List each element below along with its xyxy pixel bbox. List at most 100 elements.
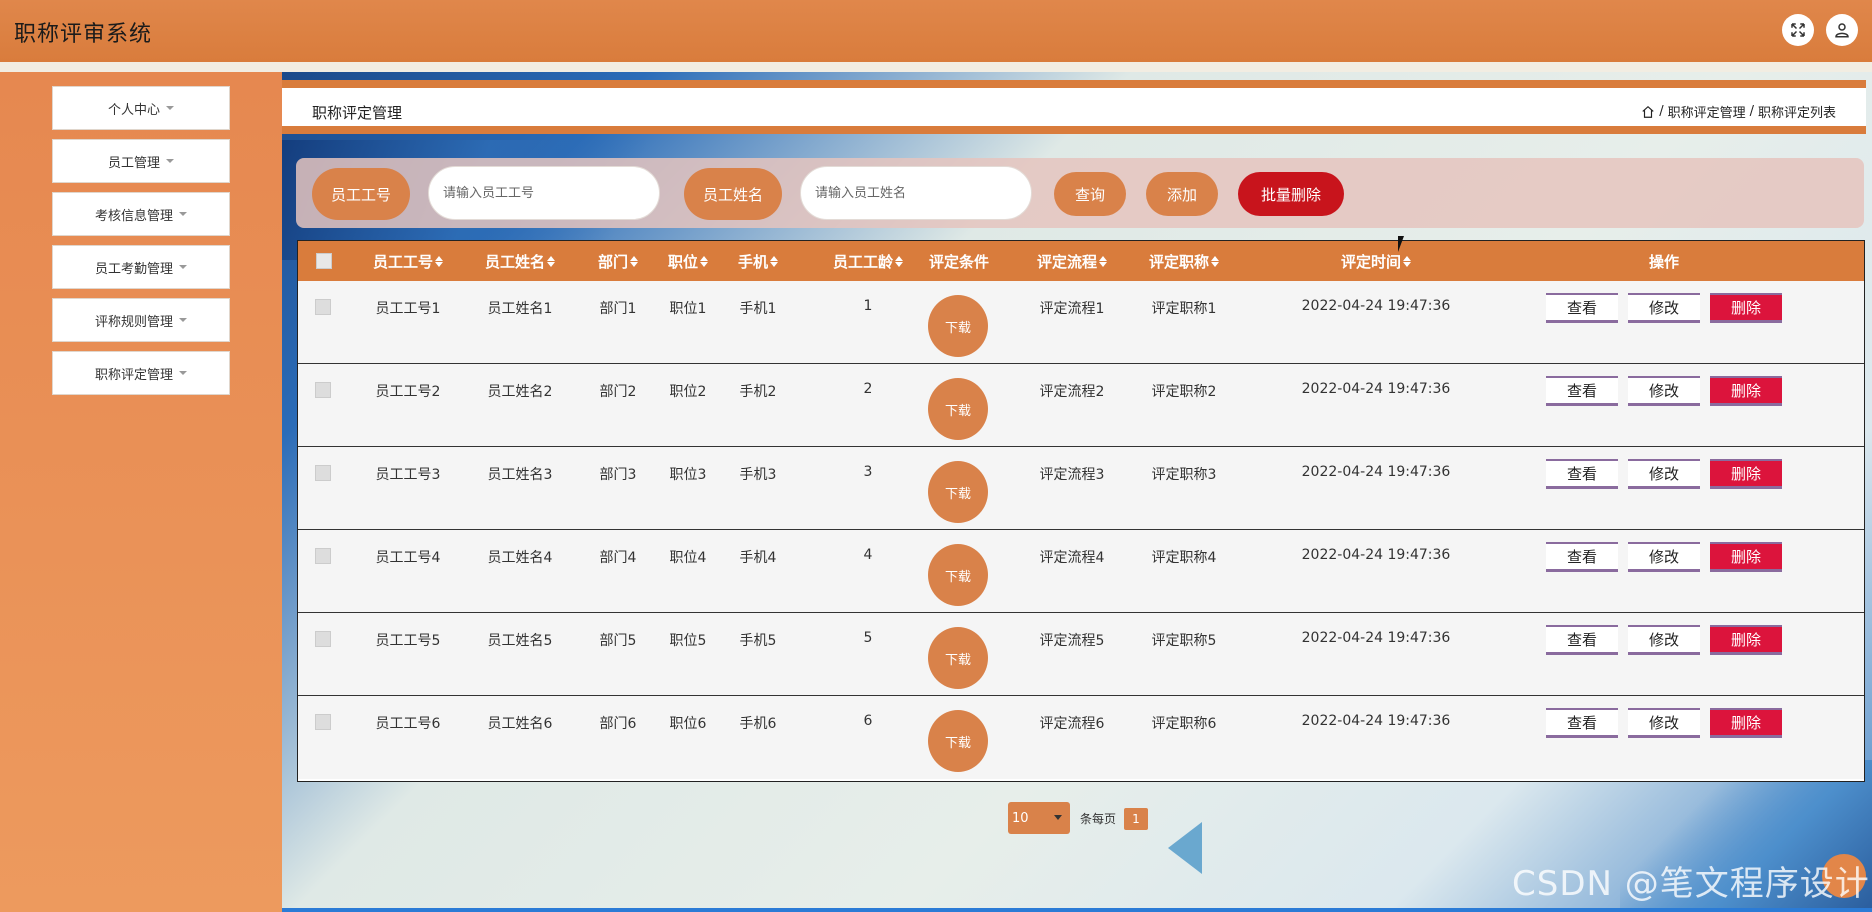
delete-button[interactable]: 删除 <box>1710 459 1782 489</box>
download-button[interactable]: 下载 <box>928 627 988 689</box>
row-checkbox[interactable] <box>315 548 331 564</box>
row-checkbox[interactable] <box>315 382 331 398</box>
sort-icon <box>547 255 555 267</box>
cell-emp-name: 员工姓名1 <box>487 301 553 317</box>
cell-emp-id: 员工工号3 <box>375 467 441 483</box>
row-checkbox[interactable] <box>315 299 331 315</box>
caret-down-icon <box>166 106 174 110</box>
sort-icon <box>700 255 708 267</box>
breadcrumb-item: 职称评定列表 <box>1757 106 1836 121</box>
sidebar-item-employee[interactable]: 员工管理 <box>52 139 230 183</box>
cell-dept: 部门3 <box>599 467 637 483</box>
delete-button[interactable]: 删除 <box>1710 293 1782 323</box>
column-header[interactable]: 评定流程 <box>1022 241 1122 281</box>
download-button[interactable]: 下载 <box>928 295 988 357</box>
select-all-checkbox[interactable] <box>312 241 336 281</box>
breadcrumb-separator: / <box>1659 104 1664 119</box>
cell-emp-id: 员工工号5 <box>375 633 441 649</box>
caret-down-icon <box>166 159 174 163</box>
column-header[interactable]: 评定职称 <box>1134 241 1234 281</box>
query-button[interactable]: 查询 <box>1054 172 1126 216</box>
user-icon <box>1835 23 1849 38</box>
view-button[interactable]: 查看 <box>1546 542 1618 572</box>
sidebar-item-title-evaluation[interactable]: 职称评定管理 <box>52 351 230 395</box>
emp-id-input[interactable] <box>428 166 660 220</box>
row-checkbox[interactable] <box>315 631 331 647</box>
fullscreen-button[interactable] <box>1782 14 1814 46</box>
app-title: 职称评审系统 <box>14 22 153 47</box>
home-icon[interactable] <box>1641 105 1655 119</box>
cell-title: 评定职称1 <box>1151 301 1217 317</box>
cell-phone: 手机1 <box>739 301 777 317</box>
emp-name-input[interactable] <box>800 166 1032 220</box>
download-button[interactable]: 下载 <box>928 544 988 606</box>
cell-emp-id: 员工工号6 <box>375 716 441 732</box>
table-row: 员工工号2 员工姓名2 部门2 职位2 手机2 2 评定流程2 评定职称2 2022-04-24… <box>298 364 1864 447</box>
edit-button[interactable]: 修改 <box>1628 459 1700 489</box>
sidebar-item-personal-center[interactable]: 个人中心 <box>52 86 230 130</box>
table-row: 员工工号6 员工姓名6 部门6 职位6 手机6 6 评定流程6 评定职称6 2022-04-24… <box>298 696 1864 779</box>
column-header[interactable]: 职位 <box>658 241 718 281</box>
download-button[interactable]: 下载 <box>928 378 988 440</box>
cell-dept: 部门1 <box>599 301 637 317</box>
sidebar-item-label: 职称评定管理 <box>94 367 173 383</box>
column-header[interactable]: 员工工龄 <box>808 241 928 281</box>
column-header[interactable]: 员工工号 <box>358 241 458 281</box>
page-size-select[interactable]: 10 <box>1008 802 1070 834</box>
edit-button[interactable]: 修改 <box>1628 376 1700 406</box>
view-button[interactable]: 查看 <box>1546 293 1618 323</box>
column-header[interactable]: 手机 <box>728 241 788 281</box>
cell-position: 职位2 <box>669 384 707 400</box>
sidebar-item-rules[interactable]: 评称规则管理 <box>52 298 230 342</box>
column-header: 评定条件 <box>928 252 989 271</box>
column-header[interactable]: 员工姓名 <box>470 241 570 281</box>
column-header[interactable]: 部门 <box>588 241 648 281</box>
view-button[interactable]: 查看 <box>1546 625 1618 655</box>
sidebar-item-assessment[interactable]: 考核信息管理 <box>52 192 230 236</box>
delete-button[interactable]: 删除 <box>1710 542 1782 572</box>
row-checkbox[interactable] <box>315 465 331 481</box>
row-checkbox[interactable] <box>315 714 331 730</box>
download-button[interactable]: 下载 <box>928 710 988 772</box>
edit-button[interactable]: 修改 <box>1628 293 1700 323</box>
per-page-label: 条每页 <box>1080 812 1117 826</box>
delete-button[interactable]: 删除 <box>1710 708 1782 738</box>
breadcrumb-item[interactable]: 职称评定管理 <box>1668 102 1746 121</box>
sidebar-item-label: 考核信息管理 <box>94 208 173 224</box>
sidebar-item-label: 员工考勤管理 <box>94 261 173 277</box>
cell-position: 职位3 <box>669 467 707 483</box>
column-header[interactable]: 评定时间 <box>1296 241 1456 281</box>
view-button[interactable]: 查看 <box>1546 459 1618 489</box>
cell-process: 评定流程2 <box>1039 384 1105 400</box>
cell-years: 3 <box>863 464 873 480</box>
add-button[interactable]: 添加 <box>1146 172 1218 216</box>
page-number-button[interactable]: 1 <box>1124 808 1148 830</box>
edit-button[interactable]: 修改 <box>1628 625 1700 655</box>
cell-phone: 手机5 <box>739 633 777 649</box>
cell-title: 评定职称2 <box>1151 384 1217 400</box>
view-button[interactable]: 查看 <box>1546 708 1618 738</box>
edit-button[interactable]: 修改 <box>1628 708 1700 738</box>
bottom-scroll-line <box>282 908 1872 912</box>
cell-emp-name: 员工姓名5 <box>487 633 553 649</box>
sort-icon <box>1211 255 1219 267</box>
user-button[interactable] <box>1826 14 1858 46</box>
cell-process: 评定流程3 <box>1039 467 1105 483</box>
edit-button[interactable]: 修改 <box>1628 542 1700 572</box>
caret-down-icon <box>179 265 187 269</box>
sort-icon <box>435 255 443 267</box>
cell-process: 评定流程4 <box>1039 550 1105 566</box>
sort-icon <box>770 255 778 267</box>
download-button[interactable]: 下载 <box>928 461 988 523</box>
cell-time: 2022-04-24 19:47:36 <box>1301 298 1451 314</box>
table-row: 员工工号3 员工姓名3 部门3 职位3 手机3 3 评定流程3 评定职称3 2022-04-24… <box>298 447 1864 530</box>
sidebar-item-attendance[interactable]: 员工考勤管理 <box>52 245 230 289</box>
delete-button[interactable]: 删除 <box>1710 625 1782 655</box>
view-button[interactable]: 查看 <box>1546 376 1618 406</box>
cell-time: 2022-04-24 19:47:36 <box>1301 464 1451 480</box>
delete-button[interactable]: 删除 <box>1710 376 1782 406</box>
cell-phone: 手机2 <box>739 384 777 400</box>
checkbox[interactable] <box>316 253 332 269</box>
batch-delete-button[interactable]: 批量删除 <box>1238 172 1344 216</box>
cell-emp-name: 员工姓名3 <box>487 467 553 483</box>
